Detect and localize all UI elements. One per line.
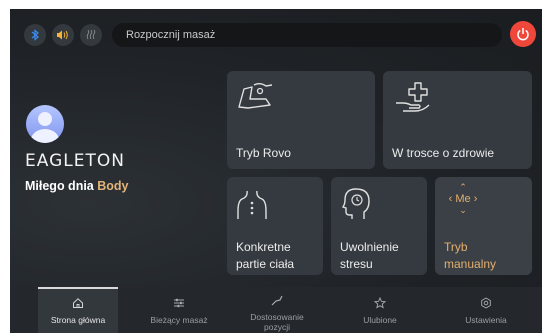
home-icon [38,297,118,311]
health-care-icon [395,81,433,118]
user-name: Body [97,179,129,193]
manual-me-text: Me [455,193,471,205]
manual-control-icon: ⌃ ‹ Me › ⌄ [445,183,481,223]
nav-active-indicator [38,287,118,289]
body-parts-icon [236,189,268,226]
chevron-down-icon: ⌄ [459,205,467,215]
card-body-parts[interactable]: Konkretne partie ciała [227,177,323,275]
nav-adjust-position[interactable]: Dostosowanie pozycji [236,287,318,333]
power-button[interactable] [510,21,536,47]
sliders-icon [134,297,224,311]
bottom-nav: Strona główna Bieżący masaż Dostosowanie… [10,287,542,333]
nav-home-label: Strona główna [50,315,106,325]
card-health-care[interactable]: W trosce o zdrowie [383,71,532,169]
chevron-left-icon: ‹ [448,193,453,205]
nav-adjust-line1: Dostosowanie [250,312,304,322]
card-stress-line2: stresu [340,257,373,271]
nav-favorites-label: Ulubione [363,315,397,325]
bluetooth-icon[interactable] [24,24,46,46]
nav-current-massage[interactable]: Bieżący masaż [134,287,224,333]
head-relax-icon [341,187,372,226]
card-body-parts-label: Konkretne partie ciała [236,239,294,273]
volume-icon[interactable] [52,24,74,46]
adjust-position-icon [236,294,318,308]
gear-icon [446,297,526,311]
nav-settings[interactable]: Ustawienia [446,287,526,333]
brand-logo: EAGLETON [25,151,125,171]
card-manual-line1: Tryb [444,240,468,254]
card-body-parts-line1: Konkretne [236,240,291,254]
massage-chair-icon [236,81,276,118]
star-icon [340,296,420,311]
card-stress-label: Uwolnienie stresu [340,239,399,273]
card-rovo-mode[interactable]: Tryb Rovo [227,71,375,169]
nav-settings-label: Ustawienia [465,315,507,325]
greeting: Miłego dnia Body [25,179,128,193]
card-stress-line1: Uwolnienie [340,240,399,254]
nav-current-label: Bieżący masaż [150,315,208,325]
avatar[interactable] [26,105,64,143]
nav-home[interactable]: Strona główna [38,287,118,333]
power-icon [517,28,529,41]
card-health-label: W trosce o zdrowie [392,146,495,160]
card-manual-label: Tryb manualny [444,239,496,273]
card-body-parts-line2: partie ciała [236,257,295,271]
avatar-body [31,129,59,143]
greeting-prefix: Miłego dnia [25,179,94,193]
card-rovo-label: Tryb Rovo [236,146,291,160]
card-stress-relief[interactable]: Uwolnienie stresu [331,177,427,275]
start-massage-label: Rozpocznij masaż [126,29,216,41]
start-massage-bar[interactable]: Rozpocznij masaż [112,23,502,47]
nav-favorites[interactable]: Ulubione [340,287,420,333]
nav-adjust-line2: pozycji [264,322,290,332]
heat-icon[interactable] [80,24,102,46]
chevron-right-icon: › [473,193,478,205]
avatar-head [38,112,52,126]
chevron-up-icon: ⌃ [459,182,467,192]
app-screen: Rozpocznij masaż EAGLETON Miłego dnia Bo… [10,9,542,333]
top-bar: Rozpocznij masaż [24,21,536,49]
card-manual-mode[interactable]: ⌃ ‹ Me › ⌄ Tryb manualny [435,177,532,275]
manual-me-row: ‹ Me › [445,192,481,206]
card-manual-line2: manualny [444,257,497,271]
